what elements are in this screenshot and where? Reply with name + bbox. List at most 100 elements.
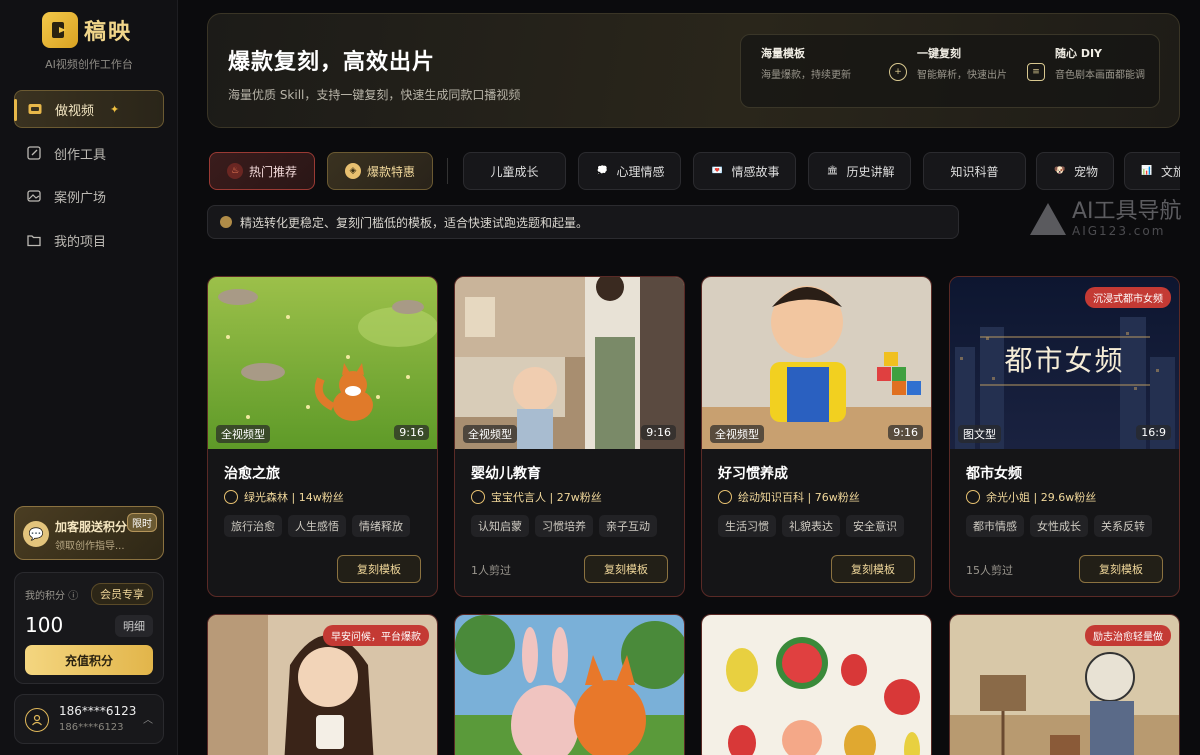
tag: 关系反转: [1094, 515, 1152, 537]
card-author: 宝宝代言人 | 27w粉丝: [471, 489, 602, 505]
help-icon[interactable]: ⓘ: [68, 591, 78, 602]
card-corner-badge: 励志治愈轻量做: [1085, 625, 1171, 646]
card-title: 治愈之旅: [224, 466, 280, 482]
author-icon: [966, 490, 980, 504]
fire-icon: ♨: [226, 163, 243, 179]
paw-icon: 🐶: [1054, 166, 1066, 176]
tag: 都市情感: [966, 515, 1024, 537]
card-title: 婴幼儿教育: [471, 466, 541, 482]
card-usage-count: 15人剪过: [966, 564, 1013, 577]
sidebar: 稿映 AI视频创作工作台 做视频 ✦ 创作工具 案例广场 我的项目 💬 加客服送…: [0, 0, 178, 755]
brand-name: 稿映: [84, 20, 133, 45]
tag: 亲子互动: [599, 515, 657, 537]
tag: 礼貌表达: [782, 515, 840, 537]
nav-item-label: 我的项目: [54, 234, 107, 250]
card-thumbnail: [702, 615, 931, 755]
points-detail-button[interactable]: 明细: [115, 615, 153, 637]
chat-icon: 💬: [23, 521, 49, 547]
nav-item-cases[interactable]: 案例广场: [14, 177, 164, 215]
card-author: 绘动知识百科 | 76w粉丝: [718, 489, 860, 505]
tag: 情绪释放: [352, 515, 410, 537]
template-card[interactable]: [454, 614, 685, 755]
recharge-button[interactable]: 充值积分: [25, 645, 153, 675]
promo-subtitle: 领取创作指导...: [55, 541, 125, 552]
card-overlay-title: 都市女频: [1004, 344, 1125, 377]
card-usage-count: 1人剪过: [471, 564, 511, 577]
card-tags: 旅行治愈 人生感悟 情绪释放: [224, 515, 410, 537]
tab-hot[interactable]: ♨ 热门推荐: [209, 152, 315, 190]
template-card[interactable]: 全视频型 9:16 好习惯养成 绘动知识百科 | 76w粉丝 生活习惯 礼貌表达…: [701, 276, 932, 597]
info-icon: [220, 216, 232, 228]
edit-icon: [26, 145, 42, 161]
logo[interactable]: 稿映: [42, 12, 132, 48]
copy-template-button[interactable]: 复刻模板: [337, 555, 421, 583]
watermark: AI工具导航 AIG123.com: [1030, 200, 1182, 238]
video-icon: [27, 101, 43, 117]
logo-icon: [42, 12, 78, 48]
speech-icon: 💭: [596, 166, 609, 176]
template-card[interactable]: 励志治愈轻量做: [949, 614, 1180, 755]
card-author: 绿光森林 | 14w粉丝: [224, 489, 344, 505]
copy-template-button[interactable]: 复刻模板: [584, 555, 668, 583]
template-card[interactable]: 都市女频 沉浸式都市女频 图文型 16:9 都市女频 余光小姐 | 29.6w粉…: [949, 276, 1180, 597]
card-thumbnail: [702, 277, 931, 449]
vip-badge[interactable]: 会员专享: [91, 583, 153, 605]
card-thumbnail: [455, 277, 684, 449]
card-thumbnail: [455, 615, 684, 755]
card-ratio-badge: 16:9: [1136, 425, 1171, 440]
tag: 习惯培养: [535, 515, 593, 537]
card-tags: 都市情感 女性成长 关系反转: [966, 515, 1152, 537]
nav-item-label: 案例广场: [54, 190, 107, 206]
chart-icon: 📊: [1141, 166, 1153, 176]
info-banner: 精选转化更稳定、复刻门槛低的模板，适合快速试跑选题和起量。: [207, 205, 959, 239]
author-icon: [224, 490, 238, 504]
adjust-icon: ≡: [1027, 63, 1045, 81]
tag: 生活习惯: [718, 515, 776, 537]
tab-psychology[interactable]: 💭 心理情感: [578, 152, 681, 190]
folder-icon: [26, 232, 42, 248]
category-tabs: ♨ 热门推荐 ◈ 爆款特惠 儿童成长 💭 心理情感 💌 情感故事 🏛 历史讲解 …: [207, 152, 1180, 192]
tag: 人生感悟: [288, 515, 346, 537]
target-icon: +: [889, 63, 907, 81]
tag: 认知启蒙: [471, 515, 529, 537]
card-ratio-badge: 9:16: [888, 425, 923, 440]
limited-badge: 限时: [127, 513, 157, 532]
hero-subtitle: 海量优质 Skill，支持一键复刻，快速生成同款口播视频: [228, 88, 521, 102]
template-card[interactable]: 早安问候，平台爆款: [207, 614, 438, 755]
card-title: 好习惯养成: [718, 466, 788, 482]
tab-sale[interactable]: ◈ 爆款特惠: [327, 152, 433, 190]
copy-template-button[interactable]: 复刻模板: [831, 555, 915, 583]
tab-stories[interactable]: 💌 情感故事: [693, 152, 796, 190]
points-card: 我的积分 ⓘ 会员专享 100 明细 充值积分: [14, 572, 164, 684]
copy-template-button[interactable]: 复刻模板: [1079, 555, 1163, 583]
user-card[interactable]: 186****6123 186****6123 ︿: [14, 694, 164, 744]
tab-history[interactable]: 🏛 历史讲解: [808, 152, 911, 190]
points-label: 我的积分 ⓘ: [25, 591, 79, 602]
nav-item-tools[interactable]: 创作工具: [14, 134, 164, 172]
watermark-logo: [1030, 203, 1066, 235]
tab-pets[interactable]: 🐶 宠物: [1036, 152, 1114, 190]
tab-travel[interactable]: 📊 文旅: [1124, 152, 1180, 190]
card-type-badge: 全视频型: [463, 425, 517, 443]
hero-title: 爆款复刻，高效出片: [228, 50, 436, 75]
tab-science[interactable]: 知识科普: [923, 152, 1026, 190]
template-card[interactable]: [701, 614, 932, 755]
card-corner-badge: 早安问候，平台爆款: [323, 625, 429, 646]
template-card[interactable]: 全视频型 9:16 治愈之旅 绿光森林 | 14w粉丝 旅行治愈 人生感悟 情绪…: [207, 276, 438, 597]
hero-features: 海量模板 海量爆款，持续更新 + 一键复刻 智能解析，快速出片 ≡ 随心 DIY…: [740, 34, 1160, 108]
tab-children[interactable]: 儿童成长: [463, 152, 566, 190]
card-tags: 生活习惯 礼貌表达 安全意识: [718, 515, 904, 537]
feature-templates: 海量模板 海量爆款，持续更新: [761, 47, 851, 81]
nav-item-projects[interactable]: 我的项目: [14, 221, 164, 259]
card-corner-badge: 沉浸式都市女频: [1085, 287, 1171, 308]
promo-card[interactable]: 💬 加客服送积分 领取创作指导... 限时: [14, 506, 164, 560]
user-name: 186****6123: [59, 704, 137, 718]
hero-banner: 爆款复刻，高效出片 海量优质 Skill，支持一键复刻，快速生成同款口播视频 海…: [207, 13, 1180, 128]
feature-one-click: 一键复刻 智能解析，快速出片: [917, 47, 1007, 81]
nav-item-make-video[interactable]: 做视频 ✦: [14, 90, 164, 128]
card-ratio-badge: 9:16: [394, 425, 429, 440]
chevron-up-icon[interactable]: ︿: [143, 711, 153, 726]
user-phone: 186****6123: [59, 722, 124, 733]
template-card[interactable]: 全视频型 9:16 婴幼儿教育 宝宝代言人 | 27w粉丝 认知启蒙 习惯培养 …: [454, 276, 685, 597]
tab-divider: [447, 158, 448, 184]
